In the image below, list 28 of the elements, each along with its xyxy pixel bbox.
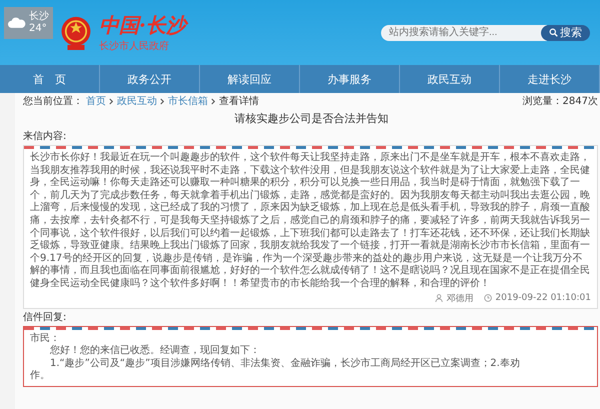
breadcrumb-link[interactable]: 政民互动 bbox=[117, 94, 157, 108]
reply-text: 1.“趣步”公司及“趣步”项目涉嫌网络传销、非法集资、金融诈骗，长沙市工商局经开区已立案调查；2.奉劝 bbox=[49, 358, 521, 370]
breadcrumb-link[interactable]: 首页 bbox=[86, 94, 106, 108]
cloud-icon bbox=[8, 17, 26, 28]
breadcrumb-current: 查看详情 bbox=[219, 94, 259, 108]
search-field[interactable]: 站内搜索请输入关键字... bbox=[381, 24, 547, 40]
section-heading: 来信内容: bbox=[23, 130, 68, 143]
chevron-icon bbox=[211, 98, 216, 104]
author-name: 邓德用 bbox=[446, 292, 474, 305]
logo-subtitle: 长沙市人民政府 bbox=[99, 40, 170, 53]
post-time: 2019-09-22 01:10:01 bbox=[495, 293, 591, 304]
letter-body: 长沙市长你好！我最近在玩一个叫趣趣步的软件，这个软件每天让我坚持走路，原来出门不是坐车就是开车，根本不喜欢走路，当我朋友推荐我用的时候，我还说我平时不走路，下载这个软件没用，但是我朋友说这个软件就是为了让大家爱上走路，全民健身，全民运动嘛！你每天走路还可以赚取一种叫糖果的积分，积分可以兑换一些日用品，我当时是碍于情面，就勉强下载了一个，前几天为了完成步数任务，每天就拿着手机出门锻炼，走路，感觉都是蛮好的。因为我朋友每天都主动叫我出去逛公园，晚上溜弯，后来慢慢的发现，这已经成了我的习惯了，原来因为缺乏锻炼，加上现在总是低头看手机，导致我的脖子，肩颈一直酸痛，去按摩，去针灸都不行，可是我每天坚持锻炼了之后，感觉自己的肩颈和脖子的痛，要减轻了许多，前两天我就告诉我另一个同事说，这个软件很好，以后我们可以约着一起锻炼，上下班我们都可以走路去了！打车还花钱，还不环保，还让我们长期缺乏锻炼，导致亚健康。结果晚上我出门锻炼了回家，我朋友就给我发了一个链接，打开一看就是湖南长沙市市长信箱，里面有一个9.17号的经开区的回复，说趣步是传销，是诈骗，作为一个深受趣步带来的益处的趣步用户来说，这无疑是一个让我万分不解的事情，而且我也面临在同事面前很尴尬，好好的一个软件怎么就成传销了！这不是瞎说吗？况且现在国家不是正在提倡全民健身全民运动全民健康吗？这个软件多好啊！！希望贵市的市长能给我一个合理的解释，和合理的评价！ bbox=[30, 152, 591, 291]
logo-title: 中国·长沙 bbox=[99, 12, 186, 39]
chevron-icon bbox=[160, 98, 165, 104]
reply-text: 市民： bbox=[30, 332, 61, 345]
breadcrumb-link[interactable]: 市长信箱 bbox=[168, 94, 208, 108]
letter-title: 请核实趣步公司是否合法并告知 bbox=[234, 111, 390, 126]
clock-icon bbox=[484, 294, 492, 302]
reply-text: 您好！您的来信已收悉。经调查，现回复如下： bbox=[49, 345, 261, 358]
reply-text: 作。 bbox=[30, 370, 51, 383]
section-heading: 信件回复: bbox=[23, 310, 68, 324]
search-icon bbox=[549, 28, 558, 37]
weather-city: 长沙 bbox=[29, 10, 49, 22]
weather-temperature: 24° bbox=[29, 22, 48, 34]
breadcrumb-prefix: 您当前位置： bbox=[23, 94, 83, 108]
view-count: 浏览量：2847次 bbox=[522, 94, 599, 108]
user-icon bbox=[435, 294, 444, 302]
chevron-icon bbox=[109, 98, 114, 104]
